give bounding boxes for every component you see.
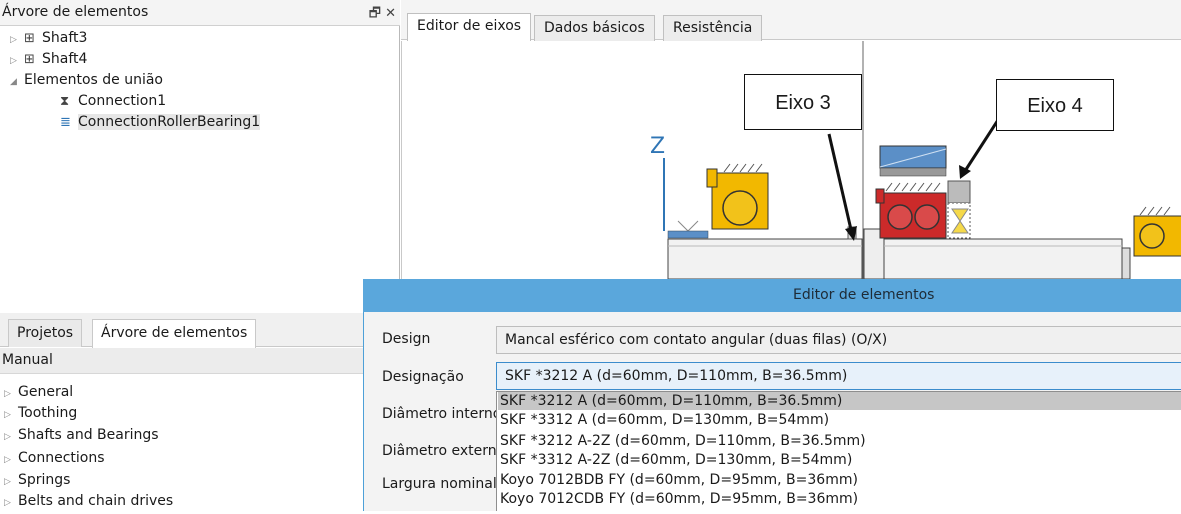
expand-arrow-icon[interactable]: ▷: [4, 426, 18, 448]
category-connections[interactable]: ▷ Connections: [4, 447, 105, 469]
shaft-collar: [667, 230, 709, 239]
design-select[interactable]: Mancal esférico com contato angular (dua…: [496, 326, 1181, 354]
dropdown-option[interactable]: SKF *3312 A-2Z (d=60mm, D=130mm, B=54mm): [498, 451, 852, 469]
category-general[interactable]: ▷ General: [4, 381, 73, 403]
expand-arrow-icon[interactable]: ▷: [4, 404, 18, 426]
tree-item-connection-roller-bearing1[interactable]: ≣ ConnectionRollerBearing1: [60, 112, 261, 132]
tab-strength[interactable]: Resistência: [663, 15, 763, 41]
callout-arrow-eixo3: [827, 133, 854, 235]
connection-icon: ⧗: [60, 94, 70, 109]
close-icon[interactable]: ✕: [385, 6, 396, 21]
manual-header: Manual: [0, 348, 370, 374]
tab-basic-data[interactable]: Dados básicos: [534, 15, 655, 41]
inner-diameter-label: Diâmetro interno: [382, 406, 502, 422]
bearing-connection-icon: ≣: [60, 115, 71, 130]
tree-item-label: Elementos de união: [24, 72, 164, 88]
outer-diameter-label: Diâmetro externo: [382, 443, 506, 459]
tree-item-connection1[interactable]: ⧗ Connection1: [60, 91, 166, 111]
category-springs[interactable]: ▷ Springs: [4, 469, 70, 491]
tab-element-tree[interactable]: Árvore de elementos: [92, 319, 257, 348]
callout-eixo3: Eixo 3: [744, 74, 862, 130]
tree-item-label: Connection1: [78, 93, 167, 109]
bottom-tabs-bar: Projetos Árvore de elementos: [0, 313, 370, 348]
designation-label: Designação: [382, 369, 464, 385]
category-toothing[interactable]: ▷ Toothing: [4, 402, 77, 424]
tree-panel-header: Árvore de elementos 🗗 ✕: [0, 0, 400, 26]
dropdown-option[interactable]: Koyo 7012CDB FY (d=60mm, D=95mm, B=36mm): [498, 490, 858, 508]
collapse-arrow-icon[interactable]: ◢: [10, 72, 24, 92]
support-symbol: [677, 220, 699, 232]
tree-item-shaft3[interactable]: ▷ ⊞ Shaft3: [10, 28, 87, 48]
tab-projects[interactable]: Projetos: [8, 319, 83, 347]
expand-arrow-icon[interactable]: ▷: [4, 449, 18, 471]
dialog-title: Editor de elementos: [793, 287, 935, 303]
tree-item-label: ConnectionRollerBearing1: [78, 114, 261, 130]
shaft-icon: ⊞: [24, 52, 35, 67]
designation-select[interactable]: SKF *3212 A (d=60mm, D=110mm, B=36.5mm): [496, 362, 1181, 390]
callout-eixo4: Eixo 4: [996, 79, 1114, 131]
category-label: Shafts and Bearings: [18, 427, 159, 443]
category-label: Connections: [18, 450, 105, 466]
category-label: Belts and chain drives: [18, 493, 174, 509]
nominal-width-label: Largura nominal: [382, 476, 497, 492]
pin-icon[interactable]: 🗗: [369, 6, 381, 21]
shaft-icon: ⊞: [24, 31, 35, 46]
category-shafts-bearings[interactable]: ▷ Shafts and Bearings: [4, 424, 159, 446]
editor-tabs-bar: Editor de eixos Dados básicos Resistênci…: [401, 0, 1181, 41]
category-label: General: [18, 384, 74, 400]
expand-arrow-icon[interactable]: ▷: [10, 51, 24, 71]
tree-item-label: Shaft4: [42, 51, 88, 67]
shaft3-body: [667, 238, 863, 279]
dropdown-option[interactable]: SKF *3212 A-2Z (d=60mm, D=110mm, B=36.5m…: [498, 432, 866, 450]
callout-arrow-eixo4: [963, 119, 1000, 172]
dialog-title-bar[interactable]: Editor de elementos: [363, 279, 1181, 312]
tab-shaft-editor[interactable]: Editor de eixos: [407, 13, 532, 41]
manual-header-label: Manual: [2, 352, 53, 368]
tree-item-label: Shaft3: [42, 30, 88, 46]
z-axis-label: Z: [650, 134, 665, 159]
category-label: Springs: [18, 472, 71, 488]
category-label: Toothing: [18, 405, 78, 421]
dropdown-option[interactable]: SKF *3312 A (d=60mm, D=130mm, B=54mm): [498, 411, 829, 429]
shaft4-body: [883, 238, 1123, 279]
category-belts-chain-drives[interactable]: ▷ Belts and chain drives: [4, 490, 173, 512]
tree-panel-title: Árvore de elementos: [2, 4, 149, 20]
gray-block: [947, 180, 971, 204]
dropdown-option[interactable]: SKF *3212 A (d=60mm, D=110mm, B=36.5mm): [498, 392, 1181, 410]
dropdown-option[interactable]: Koyo 7012BDB FY (d=60mm, D=95mm, B=36mm): [498, 471, 858, 489]
design-label: Design: [382, 331, 431, 347]
expand-arrow-icon[interactable]: ▷: [10, 30, 24, 50]
tree-item-connection-elements[interactable]: ◢ Elementos de união: [10, 70, 163, 90]
tree-item-shaft4[interactable]: ▷ ⊞ Shaft4: [10, 49, 87, 69]
